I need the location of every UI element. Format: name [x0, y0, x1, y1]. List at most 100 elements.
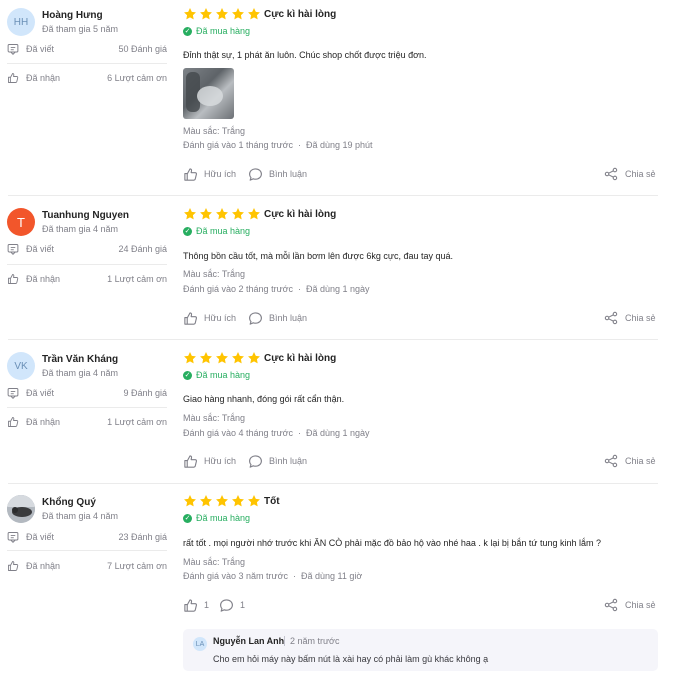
helpful-button[interactable]: Hữu ích: [183, 166, 236, 182]
usage-duration: Đã dùng 1 ngày: [306, 428, 370, 438]
share-button[interactable]: Chia sẻ: [604, 167, 656, 181]
written-value: 9 Đánh giá: [123, 388, 167, 398]
received-value: 7 Lượt cảm ơn: [107, 561, 167, 571]
helpful-button[interactable]: Hữu ích: [183, 453, 236, 469]
avatar[interactable]: [7, 495, 35, 523]
purchased-label: Đã mua hàng: [196, 226, 251, 236]
received-label: Đã nhận: [26, 417, 61, 427]
product-color: Màu sắc: Trắng: [183, 269, 246, 279]
joined-text: Đã tham gia 5 năm: [42, 24, 119, 34]
star-icon: [183, 351, 197, 365]
comment-button[interactable]: 1: [219, 597, 245, 613]
review-card: HH Hoàng Hưng Đã tham gia 5 năm Đã viết …: [0, 0, 674, 196]
purchased-label: Đã mua hàng: [196, 513, 251, 523]
star-icon: [183, 207, 197, 221]
purchased-badge: ✓ Đã mua hàng: [183, 26, 251, 37]
review-divider: [8, 195, 658, 196]
thumbs-up-icon: [7, 416, 19, 428]
received-label: Đã nhận: [26, 274, 61, 284]
share-button[interactable]: Chia sẻ: [604, 311, 656, 325]
written-stat: Đã viết 23 Đánh giá: [7, 531, 167, 545]
received-stat: Đã nhận 1 Lượt cảm ơn: [7, 416, 167, 430]
comment-label: Bình luận: [269, 456, 308, 466]
star-icon: [215, 207, 229, 221]
comment-button[interactable]: Bình luận: [248, 310, 307, 326]
star-icon: [231, 7, 245, 21]
review-content: rất tốt . mọi người nhớ trước khi ĂN CÒ …: [183, 538, 601, 548]
purchased-label: Đã mua hàng: [196, 26, 251, 36]
purchased-badge: ✓ Đã mua hàng: [183, 513, 251, 524]
star-icon: [247, 351, 261, 365]
written-value: 50 Đánh giá: [118, 44, 167, 54]
star-icon: [231, 494, 245, 508]
review-content: Giao hàng nhanh, đóng gói rất cẩn thận.: [183, 394, 345, 404]
check-circle-icon: ✓: [183, 27, 192, 37]
review-meta: Đánh giá vào 1 tháng trước · Đã dùng 19 ph…: [183, 140, 373, 150]
review-meta: Đánh giá vào 3 năm trước · Đã dùng 11 giờ: [183, 571, 363, 581]
review-divider: [8, 339, 658, 340]
review-title: Tốt: [264, 496, 280, 507]
reviewer-name[interactable]: Tuanhung Nguyen: [42, 210, 129, 221]
star-icon: [183, 7, 197, 21]
review-content: Đỉnh thật sự, 1 phát ăn luôn. Chúc shop …: [183, 50, 427, 60]
review-title: Cực kì hài lòng: [264, 9, 337, 20]
helpful-button[interactable]: Hữu ích: [183, 310, 236, 326]
reviewer-name[interactable]: Trần Văn Kháng: [42, 354, 118, 365]
share-button[interactable]: Chia sẻ: [604, 598, 656, 612]
written-icon: [7, 243, 19, 255]
joined-text: Đã tham gia 4 năm: [42, 368, 119, 378]
star-icon: [247, 207, 261, 221]
star-icon: [215, 7, 229, 21]
reviewer-name[interactable]: Khổng Quý: [42, 497, 96, 508]
written-value: 24 Đánh giá: [118, 244, 167, 254]
comment-button[interactable]: Bình luận: [248, 166, 307, 182]
star-icon: [215, 351, 229, 365]
star-icon: [231, 351, 245, 365]
star-icon: [183, 494, 197, 508]
review-date: Đánh giá vào 1 tháng trước: [183, 140, 293, 150]
written-label: Đã viết: [26, 388, 55, 398]
share-icon: [604, 454, 618, 468]
joined-text: Đã tham gia 4 năm: [42, 224, 119, 234]
share-icon: [604, 167, 618, 181]
review-card: VK Trần Văn Kháng Đã tham gia 4 năm Đã v…: [0, 344, 674, 484]
review-card: T Tuanhung Nguyen Đã tham gia 4 năm Đã v…: [0, 200, 674, 340]
comment-button[interactable]: Bình luận: [248, 453, 307, 469]
star-icon: [231, 207, 245, 221]
avatar[interactable]: T: [7, 208, 35, 236]
review-photo[interactable]: [183, 68, 234, 119]
joined-text: Đã tham gia 4 năm: [42, 511, 119, 521]
reply-comment: LA Nguyễn Lan Anh 2 năm trước Cho em hỏi…: [183, 629, 658, 671]
share-label: Chia sẻ: [625, 169, 656, 179]
avatar[interactable]: HH: [7, 8, 35, 36]
review-title: Cực kì hài lòng: [264, 209, 337, 220]
divider: [7, 407, 167, 408]
divider: [7, 550, 167, 551]
share-label: Chia sẻ: [625, 600, 656, 610]
written-icon: [7, 531, 19, 543]
helpful-button[interactable]: 1: [183, 597, 209, 613]
share-label: Chia sẻ: [625, 313, 656, 323]
received-value: 1 Lượt cảm ơn: [107, 417, 167, 427]
thumbs-up-icon: [7, 72, 19, 84]
avatar[interactable]: VK: [7, 352, 35, 380]
rating-stars: [183, 494, 261, 508]
share-icon: [604, 311, 618, 325]
comment-icon: [248, 311, 263, 326]
review-meta: Đánh giá vào 2 tháng trước · Đã dùng 1 ngà…: [183, 284, 370, 294]
star-icon: [199, 351, 213, 365]
usage-duration: Đã dùng 11 giờ: [300, 571, 363, 581]
product-color: Màu sắc: Trắng: [183, 126, 246, 136]
share-button[interactable]: Chia sẻ: [604, 454, 656, 468]
user-photo-icon: [7, 495, 35, 523]
usage-duration: Đã dùng 1 ngày: [306, 284, 370, 294]
avatar[interactable]: LA: [193, 637, 207, 651]
received-value: 1 Lượt cảm ơn: [107, 274, 167, 284]
comment-icon: [248, 167, 263, 182]
comment-label: Bình luận: [269, 169, 308, 179]
comment-icon: [219, 598, 234, 613]
reviewer-name[interactable]: Hoàng Hưng: [42, 10, 103, 21]
rating-stars: [183, 207, 261, 221]
purchased-badge: ✓ Đã mua hàng: [183, 226, 251, 237]
reply-author[interactable]: Nguyễn Lan Anh: [213, 636, 284, 646]
